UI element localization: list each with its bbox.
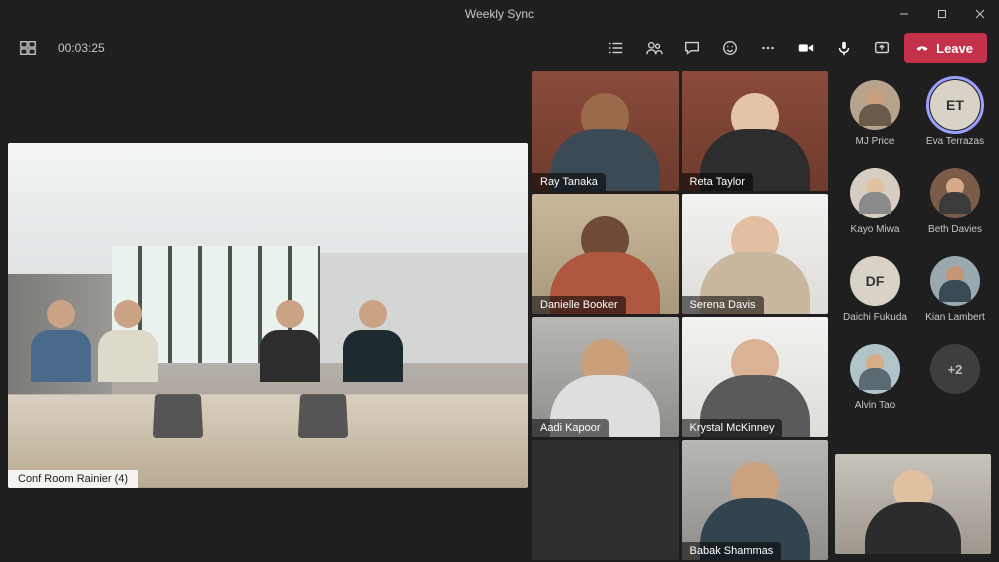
avatar-initials: DF xyxy=(850,256,900,306)
participant-name: Alvin Tao xyxy=(855,400,895,411)
video-tile[interactable]: Ray Tanaka xyxy=(532,71,679,191)
tile-label: Krystal McKinney xyxy=(682,419,783,437)
participant-pill[interactable]: Kian Lambert xyxy=(917,252,993,338)
close-button[interactable] xyxy=(961,0,999,28)
video-tile[interactable]: Danielle Booker xyxy=(532,194,679,314)
overflow-count: +2 xyxy=(930,344,980,394)
participant-pill[interactable]: DF Daichi Fukuda xyxy=(837,252,913,338)
title-bar: Weekly Sync xyxy=(0,0,999,28)
spotlight-area: Conf Room Rainier (4) xyxy=(0,68,532,562)
list-icon[interactable] xyxy=(600,32,632,64)
participant-name: Kian Lambert xyxy=(925,312,984,323)
tile-label: Serena Davis xyxy=(682,296,764,314)
tile-label: Ray Tanaka xyxy=(532,173,606,191)
maximize-button[interactable] xyxy=(923,0,961,28)
more-actions-icon[interactable] xyxy=(752,32,784,64)
participant-pill[interactable]: ET Eva Terrazas xyxy=(917,76,993,162)
overflow-participants[interactable]: +2 xyxy=(917,340,993,426)
avatar-initials: ET xyxy=(930,80,980,130)
participant-name: Daichi Fukuda xyxy=(843,312,907,323)
spotlight-video-tile[interactable]: Conf Room Rainier (4) xyxy=(8,143,528,488)
leave-button-label: Leave xyxy=(936,41,973,56)
video-tile[interactable]: Serena Davis xyxy=(682,194,829,314)
meeting-toolbar: 00:03:25 xyxy=(0,28,999,68)
window-title: Weekly Sync xyxy=(465,7,534,21)
participant-name: Kayo Miwa xyxy=(851,224,900,235)
participants-icon[interactable] xyxy=(638,32,670,64)
tile-label: Danielle Booker xyxy=(532,296,626,314)
tile-label: Babak Shammas xyxy=(682,542,782,560)
video-tile[interactable]: Reta Taylor xyxy=(682,71,829,191)
window-controls xyxy=(885,0,999,28)
mic-toggle-button[interactable] xyxy=(828,32,860,64)
tile-label: Aadi Kapoor xyxy=(532,419,609,437)
camera-toggle-button[interactable] xyxy=(790,32,822,64)
participant-pill[interactable]: MJ Price xyxy=(837,76,913,162)
layout-gallery-button[interactable] xyxy=(12,32,44,64)
spotlight-label: Conf Room Rainier (4) xyxy=(8,470,138,488)
participant-pill[interactable]: Beth Davies xyxy=(917,164,993,250)
participant-name: Eva Terrazas xyxy=(926,136,984,147)
call-duration: 00:03:25 xyxy=(58,41,105,55)
participant-name: MJ Price xyxy=(856,136,895,147)
participant-pill[interactable]: Kayo Miwa xyxy=(837,164,913,250)
gallery-tiles: Ray Tanaka Reta Taylor Danielle Booker S… xyxy=(532,68,831,562)
tile-label: Reta Taylor xyxy=(682,173,753,191)
participant-pill[interactable]: Alvin Tao xyxy=(837,340,913,426)
reactions-icon[interactable] xyxy=(714,32,746,64)
leave-button[interactable]: Leave xyxy=(904,33,987,63)
participant-name: Beth Davies xyxy=(928,224,982,235)
share-screen-button[interactable] xyxy=(866,32,898,64)
video-tile[interactable] xyxy=(532,440,679,560)
chat-icon[interactable] xyxy=(676,32,708,64)
video-tile[interactable]: Aadi Kapoor xyxy=(532,317,679,437)
video-tile[interactable]: Babak Shammas xyxy=(682,440,829,560)
minimize-button[interactable] xyxy=(885,0,923,28)
self-video-tile[interactable] xyxy=(835,454,991,554)
video-tile[interactable]: Krystal McKinney xyxy=(682,317,829,437)
